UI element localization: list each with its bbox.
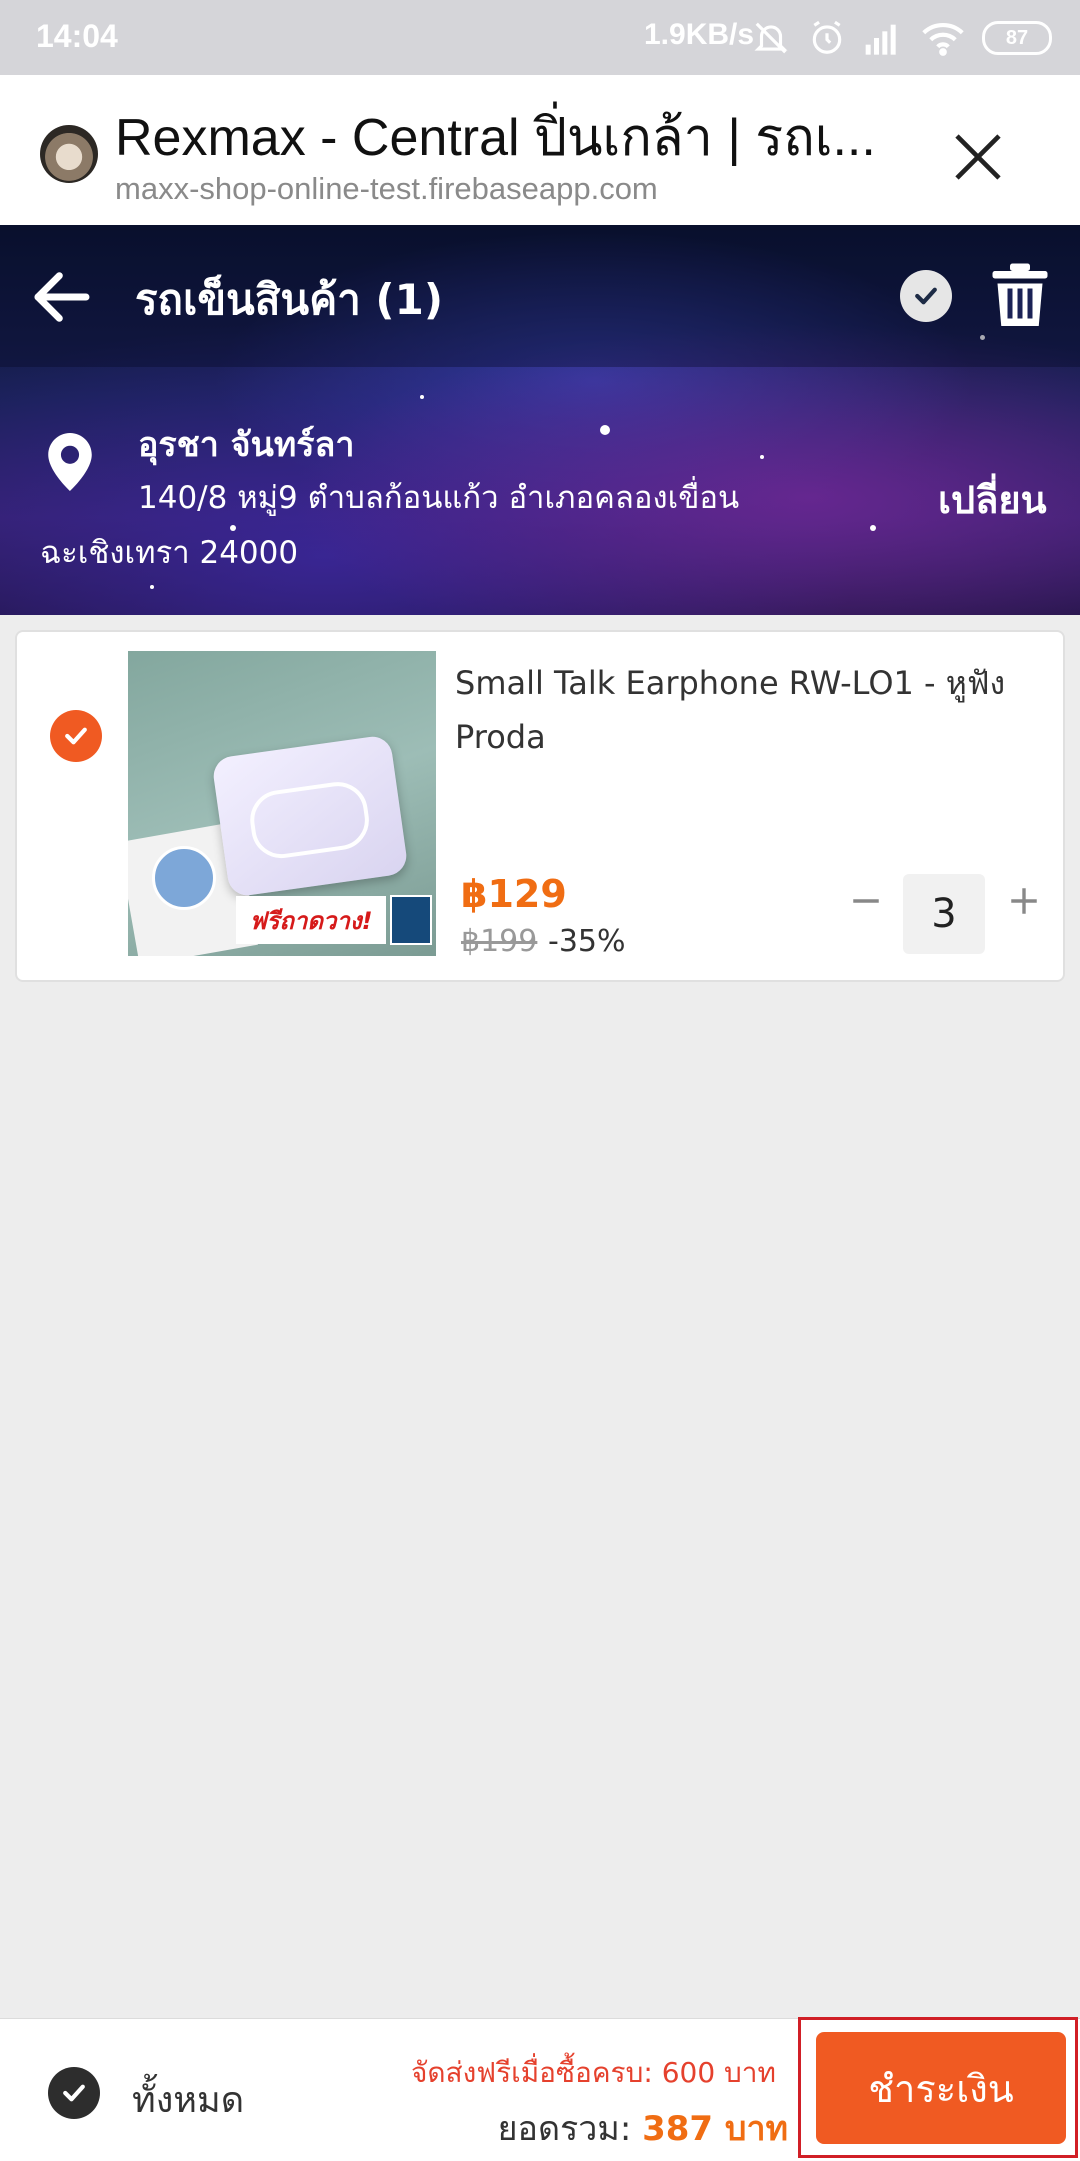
product-price: ฿129 (461, 872, 567, 916)
select-all-label[interactable]: ทั้งหมด (132, 2071, 244, 2128)
select-all-checkbox[interactable] (48, 2067, 100, 2119)
discount-percent: -35% (548, 924, 626, 959)
cart-header-section: รถเข็นสินค้า (1) อุรชา จันทร์ลา 140/8 หม… (0, 225, 1080, 615)
network-speed: 1.9KB/s (644, 18, 755, 51)
page-url: maxx-shop-online-test.firebaseapp.com (115, 171, 658, 206)
close-icon[interactable] (950, 129, 1006, 185)
total-value: 387 บาท (642, 2109, 788, 2149)
thumbnail-banner: ฟรีถาดวาง! (236, 896, 386, 944)
total-row: ยอดรวม: 387 บาท (498, 2101, 788, 2155)
product-name[interactable]: Small Talk Earphone RW-LO1 - หูฟัง Proda (455, 656, 1050, 764)
change-address-button[interactable]: เปลี่ยน (938, 469, 1047, 530)
cart-nav-bar: รถเข็นสินค้า (1) (0, 225, 1080, 367)
cart-title: รถเข็นสินค้า (1) (135, 275, 444, 324)
status-time: 14:04 (36, 18, 118, 54)
check-circle-icon[interactable] (900, 270, 952, 322)
free-shipping-note: จัดส่งฟรีเมื่อซื้อครบ: 600 บาท (410, 2056, 776, 2089)
browser-bar: Rexmax - Central ปิ่นเกล้า | รถเ... maxx… (0, 75, 1080, 225)
page-title: Rexmax - Central ปิ่นเกล้า | รถเ... (115, 109, 876, 167)
alarm-icon (812, 20, 842, 54)
total-label: ยอดรวม: (497, 2109, 632, 2149)
address-line-2: ฉะเชิงเทรา 24000 (40, 535, 299, 571)
arrow-left-icon[interactable] (30, 265, 94, 329)
item-select-checkbox[interactable] (50, 710, 102, 762)
original-price: ฿199 (461, 924, 538, 959)
battery-level: 87 (1005, 26, 1029, 49)
wifi-icon (922, 22, 964, 56)
mute-icon (754, 22, 788, 54)
trash-icon[interactable] (990, 263, 1050, 329)
product-badge (390, 895, 432, 945)
cart-item: ฟรีถาดวาง! Small Talk Earphone RW-LO1 - … (15, 630, 1065, 982)
signal-icon (865, 24, 896, 55)
checkout-button[interactable]: ชำระเงิน (816, 2032, 1066, 2144)
site-favicon (40, 125, 98, 183)
battery-icon: 87 (982, 21, 1052, 55)
status-bar: 14:04 1.9KB/s 87 (0, 0, 1080, 75)
location-pin-icon (48, 433, 92, 491)
quantity-value[interactable]: 3 (903, 874, 985, 954)
product-thumbnail[interactable]: ฟรีถาดวาง! (128, 651, 436, 956)
plus-icon[interactable] (1007, 884, 1041, 918)
minus-icon[interactable] (849, 884, 883, 918)
address-line-1: 140/8 หมู่9 ตำบลก้อนแก้ว อำเภอคลองเขื่อน (138, 480, 740, 516)
recipient-name: อุรชา จันทร์ลา (138, 425, 355, 465)
